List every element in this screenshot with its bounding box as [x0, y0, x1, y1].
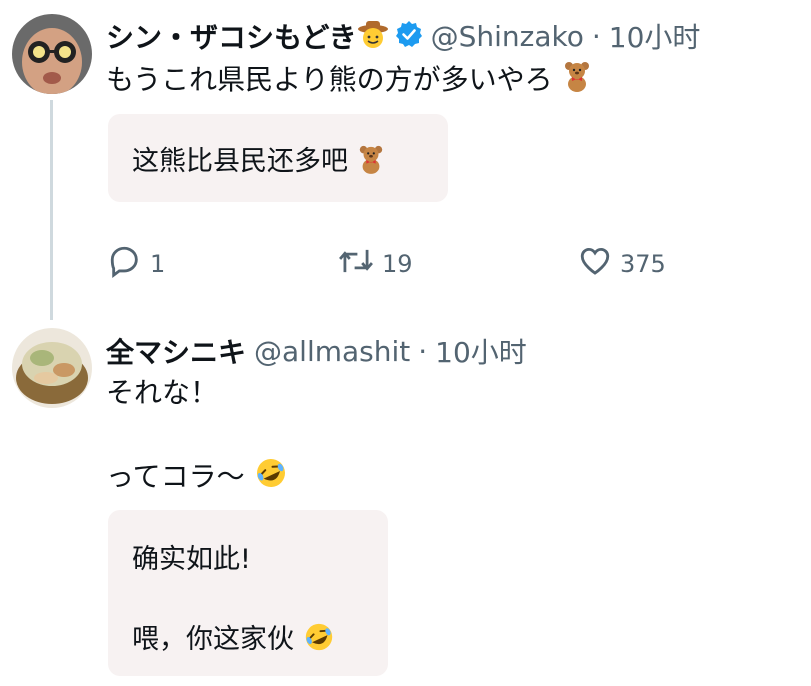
avatar-shinzako[interactable] — [12, 14, 92, 94]
thread-line — [50, 100, 53, 320]
post-text-line: それな！ — [106, 376, 219, 409]
retweet-count: 19 — [382, 250, 413, 278]
like-icon — [578, 244, 620, 284]
separator-dot: · — [591, 19, 601, 53]
cowboy-emoji-icon — [357, 18, 389, 54]
post-text: もうこれ県民より熊の方が多いやろ — [106, 60, 592, 102]
author-handle[interactable]: @Shinzako — [431, 20, 584, 53]
translation-content: 喂，你这家伙 — [132, 624, 294, 655]
rofl-emoji-icon — [254, 456, 288, 500]
reply-icon — [108, 244, 150, 284]
author-handle[interactable]: @allmashit — [254, 335, 410, 368]
retweet-button[interactable]: 19 — [338, 244, 413, 284]
like-button[interactable]: 375 — [578, 244, 666, 284]
verified-badge-icon — [395, 20, 423, 52]
teddy-bear-icon — [357, 144, 385, 181]
retweet-icon — [338, 244, 382, 284]
avatar-allmashit[interactable] — [12, 328, 92, 408]
post-time[interactable]: 10小时 — [609, 16, 701, 56]
like-count: 375 — [620, 250, 666, 278]
separator-dot: · — [418, 334, 428, 368]
teddy-bear-icon — [562, 60, 592, 102]
translation-line: 确实如此! — [132, 544, 251, 575]
post-time[interactable]: 10小时 — [435, 331, 527, 371]
translation-box: 这熊比县民还多吧 — [108, 114, 448, 202]
reply-button[interactable]: 1 — [108, 244, 165, 284]
post-header: 全マシニキ @allmashit · 10小时 — [106, 330, 527, 372]
reply-count: 1 — [150, 250, 166, 278]
post-text-line: ってコラ〜 — [106, 456, 288, 500]
post-actions: 1 19 375 — [108, 244, 708, 284]
post-header: シン・ザコシもどき @Shinzako · 10小时 — [106, 14, 700, 58]
translation-box: 确实如此! 喂，你这家伙 — [108, 510, 388, 676]
translation-line: 喂，你这家伙 — [132, 617, 335, 660]
post-text-content: ってコラ〜 — [106, 460, 245, 493]
translation-text: 这熊比县民还多吧 — [132, 139, 385, 181]
author-name[interactable]: 全マシニキ — [106, 331, 246, 371]
author-name[interactable]: シン・ザコシもどき — [106, 16, 357, 56]
post-text-content: もうこれ県民より熊の方が多いやろ — [106, 63, 553, 96]
rofl-emoji-icon — [303, 621, 335, 660]
translation-content: 这熊比县民还多吧 — [132, 146, 348, 177]
